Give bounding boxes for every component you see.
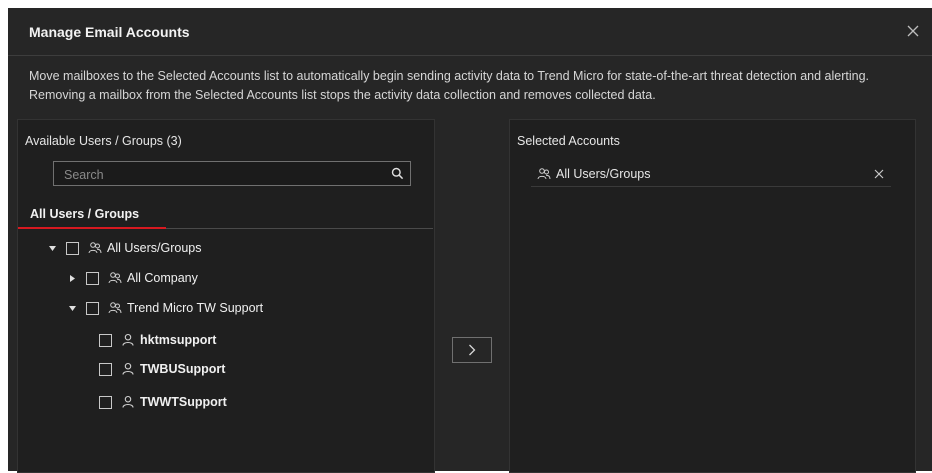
tab-all-users-groups[interactable]: All Users / Groups (18, 201, 166, 229)
search-icon (391, 167, 404, 180)
caret-down-icon[interactable] (46, 238, 58, 258)
tree-label: TWWTSupport (140, 395, 227, 409)
tree-row-twwtsupport[interactable]: TWWTSupport (91, 392, 227, 412)
search-box[interactable] (53, 161, 411, 187)
tree-row-trend-micro-tw-support[interactable]: Trend Micro TW Support (66, 298, 263, 318)
tree-row-all-company[interactable]: All Company (66, 268, 198, 288)
close-button[interactable] (902, 20, 924, 42)
tree-label: All Company (127, 271, 198, 285)
checkbox[interactable] (99, 362, 112, 376)
tree-row-hktmsupport[interactable]: hktmsupport (91, 330, 216, 350)
tree-label: All Users/Groups (107, 241, 202, 255)
chevron-right-icon (469, 344, 476, 356)
checkbox[interactable] (99, 395, 112, 409)
user-icon (121, 333, 135, 347)
tree-label: hktmsupport (140, 333, 217, 347)
dialog-title: Manage Email Accounts (29, 24, 190, 40)
close-icon (907, 25, 919, 37)
group-icon (88, 241, 102, 255)
user-icon (121, 362, 135, 376)
caret-right-icon[interactable] (66, 268, 78, 288)
checkbox[interactable] (86, 301, 99, 315)
available-users-title: Available Users / Groups (3) (25, 134, 182, 148)
checkbox[interactable] (86, 271, 99, 285)
group-icon (108, 271, 122, 285)
tree-label: TWBUSupport (140, 362, 226, 376)
selected-accounts-title: Selected Accounts (517, 134, 620, 148)
tree-row-twbusupport[interactable]: TWBUSupport (91, 359, 225, 379)
selected-account-label: All Users/Groups (556, 167, 651, 181)
group-icon (108, 301, 122, 315)
search-input[interactable] (54, 162, 386, 187)
tree-label: Trend Micro TW Support (127, 301, 264, 315)
dialog-description: Move mailboxes to the Selected Accounts … (29, 69, 870, 102)
selected-account-item[interactable]: All Users/Groups (531, 162, 891, 187)
tree-row-all-users-groups[interactable]: All Users/Groups (46, 238, 201, 258)
user-icon (121, 395, 135, 409)
checkbox[interactable] (99, 333, 112, 347)
checkbox[interactable] (66, 241, 79, 255)
move-to-selected-button[interactable] (452, 337, 492, 363)
remove-selected-button[interactable] (871, 166, 887, 182)
caret-down-icon[interactable] (66, 298, 78, 318)
group-icon (537, 167, 551, 181)
close-icon (874, 169, 884, 179)
dialog-header: Manage Email Accounts (8, 8, 932, 56)
